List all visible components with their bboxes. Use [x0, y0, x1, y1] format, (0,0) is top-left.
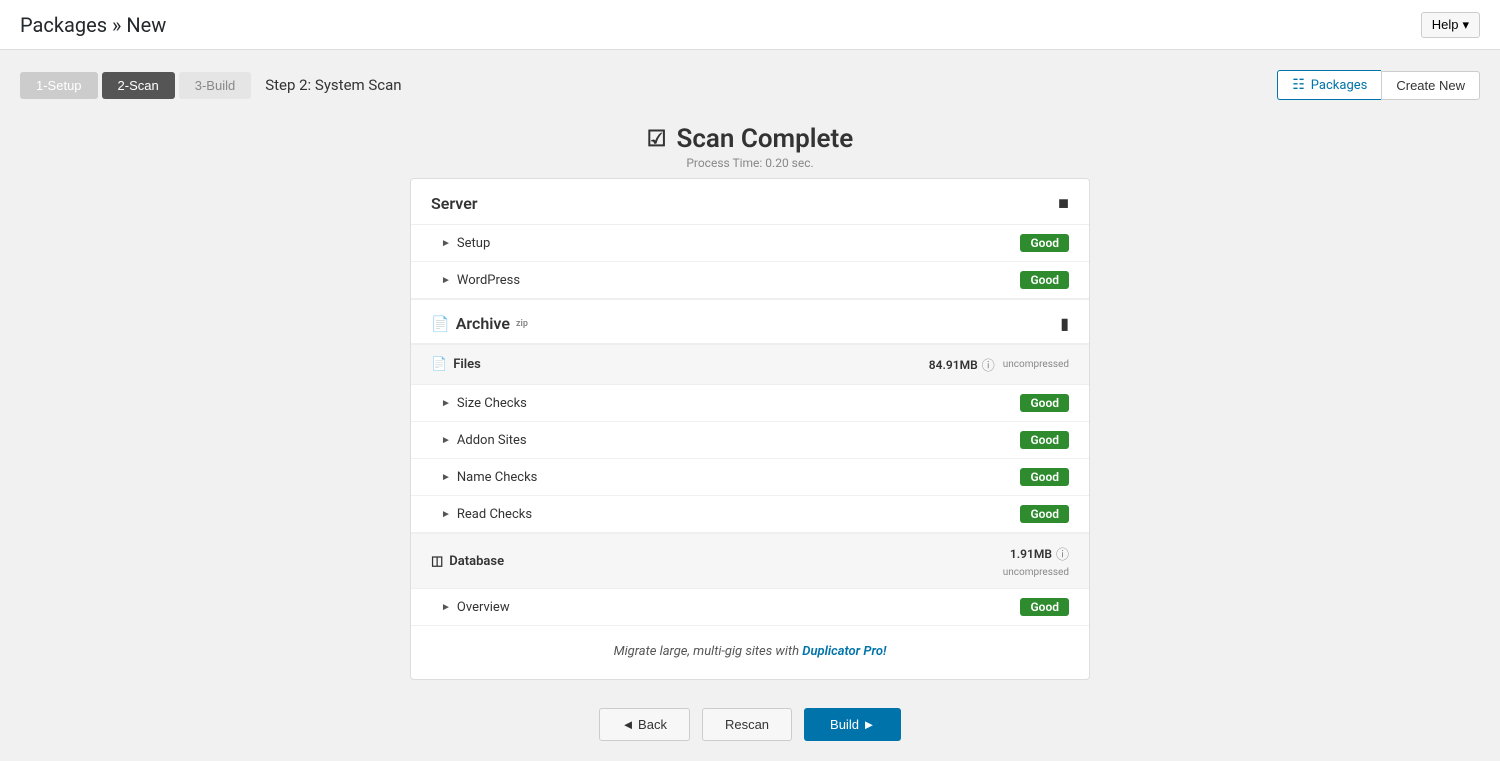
triangle-icon: ► — [441, 509, 451, 520]
table-row: ► WordPress Good — [411, 262, 1089, 299]
step-current-label: Step 2: System Scan — [265, 76, 401, 94]
setup-status-badge: Good — [1020, 234, 1069, 252]
triangle-icon: ► — [441, 602, 451, 613]
server-section-header: Server ■ — [411, 179, 1089, 225]
packages-icon: ☷ — [1292, 77, 1305, 93]
addon-sites-badge: Good — [1020, 431, 1069, 449]
table-row: ► Read Checks Good — [411, 496, 1089, 533]
overview-badge: Good — [1020, 598, 1069, 616]
database-grid-icon: ◫ — [431, 554, 443, 569]
action-bar: ◄ Back Rescan Build ► — [20, 708, 1480, 741]
name-checks-badge: Good — [1020, 468, 1069, 486]
checkmark-icon: ☑ — [647, 127, 667, 152]
back-button[interactable]: ◄ Back — [599, 708, 690, 741]
scan-title-text: Scan Complete — [676, 124, 853, 154]
help-label: Help — [1432, 17, 1459, 32]
table-row: ► Overview Good — [411, 589, 1089, 626]
packages-link-label: Packages — [1311, 78, 1368, 93]
process-time: Process Time: 0.20 sec. — [20, 156, 1480, 170]
duplicator-pro-link[interactable]: Duplicator Pro! — [802, 644, 886, 659]
step2-button[interactable]: 2-Scan — [102, 72, 175, 99]
files-doc-icon: 📄 — [431, 357, 447, 372]
table-row: ► Size Checks Good — [411, 385, 1089, 422]
files-size-note: uncompressed — [1003, 359, 1069, 370]
wordpress-row-label: WordPress — [457, 273, 520, 288]
table-row: ► Addon Sites Good — [411, 422, 1089, 459]
files-help-icon[interactable]: ⓘ — [982, 355, 995, 374]
page-title: Packages » New — [20, 13, 166, 37]
create-new-button[interactable]: Create New — [1381, 71, 1480, 100]
wordpress-status-badge: Good — [1020, 271, 1069, 289]
scan-card: Server ■ ► Setup Good ► WordPress Good 📄 — [410, 178, 1090, 680]
server-icon: ■ — [1058, 193, 1069, 214]
setup-row-label: Setup — [457, 236, 490, 251]
triangle-icon: ► — [441, 275, 451, 286]
rescan-button[interactable]: Rescan — [702, 708, 792, 741]
read-checks-badge: Good — [1020, 505, 1069, 523]
table-row: ► Setup Good — [411, 225, 1089, 262]
packages-link[interactable]: ☷ Packages — [1277, 70, 1381, 100]
triangle-icon: ► — [441, 238, 451, 249]
db-help-icon[interactable]: ⓘ — [1056, 544, 1069, 563]
overview-label: Overview — [457, 600, 510, 615]
triangle-icon: ► — [441, 435, 451, 446]
help-caret: ▾ — [1462, 17, 1469, 33]
database-subsection-header: ◫ Database 1.91MB ⓘ uncompressed — [411, 533, 1089, 589]
files-subsection-header: 📄 Files 84.91MB ⓘ uncompressed — [411, 344, 1089, 385]
size-checks-badge: Good — [1020, 394, 1069, 412]
triangle-icon: ► — [441, 398, 451, 409]
triangle-icon: ► — [441, 472, 451, 483]
archive-section: 📄 Archive zip ▮ 📄 Files 84.91MB ⓘ uncomp… — [411, 299, 1089, 626]
file-doc-icon: 📄 — [431, 315, 450, 333]
files-label: Files — [453, 357, 481, 372]
step1-button[interactable]: 1-Setup — [20, 72, 98, 99]
archive-section-title: Archive — [456, 314, 510, 333]
files-size: 84.91MB — [929, 358, 978, 372]
name-checks-label: Name Checks — [457, 470, 537, 485]
build-button[interactable]: Build ► — [804, 708, 901, 741]
server-section-title: Server — [431, 194, 478, 213]
db-size: 1.91MB — [1010, 547, 1052, 561]
table-row: ► Name Checks Good — [411, 459, 1089, 496]
step3-button: 3-Build — [179, 72, 251, 99]
migrate-section: Migrate large, multi-gig sites with Dupl… — [411, 626, 1089, 679]
migrate-text: Migrate large, multi-gig sites with — [614, 644, 803, 659]
archive-section-header: 📄 Archive zip ▮ — [411, 300, 1089, 344]
archive-icon: ▮ — [1060, 314, 1069, 333]
read-checks-label: Read Checks — [457, 507, 532, 522]
database-label: Database — [449, 554, 504, 569]
db-size-note: uncompressed — [1003, 567, 1069, 578]
help-button[interactable]: Help ▾ — [1421, 12, 1480, 38]
zip-label: zip — [516, 319, 528, 329]
size-checks-label: Size Checks — [457, 396, 527, 411]
addon-sites-label: Addon Sites — [457, 433, 527, 448]
scan-header: ☑ Scan Complete Process Time: 0.20 sec. — [20, 100, 1480, 178]
